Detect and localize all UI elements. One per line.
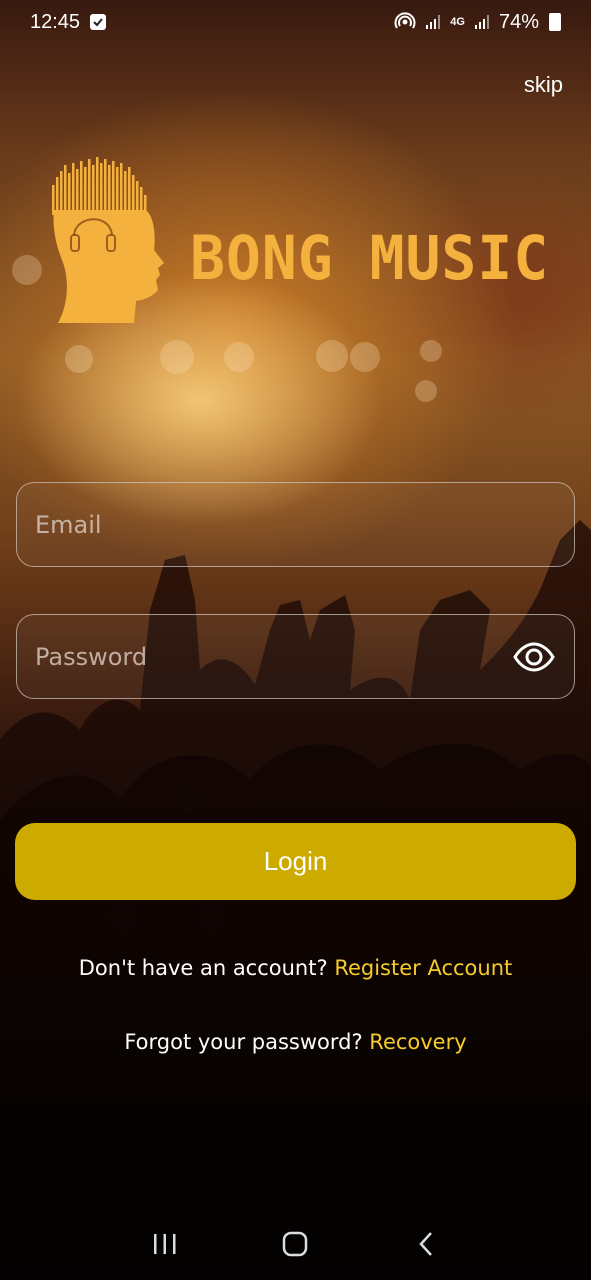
status-time: 12:45 — [30, 10, 81, 33]
battery-icon — [549, 13, 561, 31]
login-button[interactable]: Login — [15, 823, 576, 900]
status-left: 12:45 — [30, 10, 107, 34]
eye-icon[interactable] — [512, 635, 556, 679]
hotspot-icon — [394, 12, 416, 29]
password-input[interactable] — [35, 615, 512, 698]
skip-button[interactable]: skip — [524, 72, 563, 98]
email-field[interactable] — [16, 482, 575, 567]
back-icon[interactable] — [396, 1219, 456, 1269]
navigation-bar — [0, 1208, 591, 1280]
network-type: 4G — [450, 16, 465, 28]
register-prompt: Don't have an account? — [78, 956, 328, 980]
status-bar: 12:45 4G 74% — [0, 0, 591, 44]
home-icon[interactable] — [265, 1219, 325, 1269]
battery-percent: 74% — [498, 10, 539, 33]
recovery-prompt: Forgot your password? — [124, 1030, 363, 1054]
recovery-row: Forgot your password? Recovery — [0, 1030, 591, 1054]
brand-name: BONG MUSIC — [190, 222, 550, 294]
recovery-link[interactable]: Recovery — [369, 1030, 466, 1054]
password-field[interactable] — [16, 614, 575, 699]
register-row: Don't have an account? Register Account — [0, 956, 591, 980]
recents-icon[interactable] — [135, 1219, 195, 1269]
register-account-link[interactable]: Register Account — [334, 956, 512, 980]
email-input[interactable] — [35, 483, 556, 566]
checkbox-icon — [90, 14, 107, 30]
status-right: 4G 74% — [394, 11, 561, 34]
signal-icon — [474, 15, 489, 29]
signal-icon — [426, 15, 441, 29]
